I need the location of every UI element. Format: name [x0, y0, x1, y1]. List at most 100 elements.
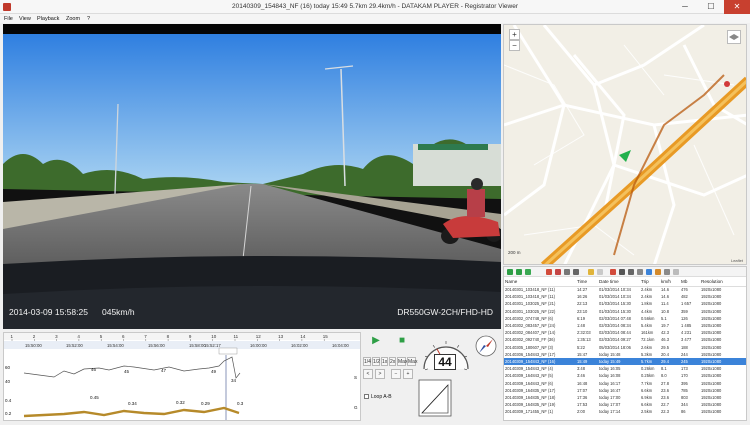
table-row[interactable]: 20140309_171455_NF (1) 2:00 today 17:14 2.5…: [504, 408, 746, 415]
table-row[interactable]: 20140309_164843_NF (6) 16:48 today 16:17 7.…: [504, 379, 746, 386]
column-header-kmh[interactable]: km/h: [660, 278, 680, 287]
timeline-panel[interactable]: 1 2 3 4 5 6 7 8 9 10 11 12 13 14 15 15:50:00 15:52:00 15…: [3, 332, 361, 421]
table-cell: 359: [681, 308, 688, 314]
forward-icon[interactable]: [516, 269, 522, 275]
table-cell: 16:26: [577, 294, 588, 300]
cut-icon[interactable]: [555, 269, 561, 275]
table-row[interactable]: 20140301_103418_NF (11) 14:27 01/03/2014 1…: [504, 286, 746, 293]
table-row[interactable]: 20140305_180607_NF (3) 5:22 05/03/2014 18:…: [504, 344, 746, 351]
map-view[interactable]: + − 200 m Leaflet: [503, 24, 747, 265]
copy-icon[interactable]: [597, 269, 603, 275]
print-icon[interactable]: [664, 269, 670, 275]
video-view[interactable]: 2014-03-09 15:58:25 045km/h DR550GW-2CH/…: [3, 24, 501, 329]
table-row[interactable]: 20140309_164835_NF (19) 17:53 today 17:07 6…: [504, 401, 746, 408]
zoom-out-button[interactable]: −: [509, 40, 520, 51]
table-row[interactable]: 20140302_074748_NF (6) 6:19 02/03/2014 07:…: [504, 315, 746, 322]
column-header-mb[interactable]: Mb: [680, 278, 700, 287]
table-cell: 20140309_154843_NF (4): [505, 366, 554, 372]
table-row[interactable]: 20140309_164835_NF (18) 17:36 today 17:00 6…: [504, 394, 746, 401]
table-row[interactable]: 20140301_103418_NF (11) 16:26 01/03/2014 1…: [504, 293, 746, 300]
stop-button[interactable]: ■: [395, 335, 409, 349]
checkbox-icon[interactable]: [364, 394, 369, 400]
table-cell: 1920x1080: [701, 330, 722, 336]
export-icon[interactable]: [573, 269, 579, 275]
table-row[interactable]: 20140302_083457_NF (24) 1:48 02/03/2014 08…: [504, 322, 746, 329]
table-cell: 15:49: [576, 357, 598, 366]
ruler-number: 13: [278, 334, 284, 339]
info-icon[interactable]: [646, 269, 652, 275]
table-cell: 1:35:13: [577, 337, 591, 343]
column-header-name[interactable]: Name: [504, 278, 576, 287]
speed-half-button[interactable]: 1/2: [372, 357, 380, 366]
menu-file[interactable]: File: [4, 16, 13, 22]
time-label: 16:00:00: [250, 343, 267, 348]
speed-2x-button[interactable]: 2x: [389, 357, 396, 366]
table-cell: 1920x1080: [701, 344, 722, 350]
ruler-number: 10: [211, 334, 217, 339]
zoom-in-graph-button[interactable]: +: [403, 369, 413, 379]
table-row[interactable]: 20140309_154843_NF (4) 3:48 today 16:05 0.2…: [504, 365, 746, 372]
accel-label: 0.3: [237, 401, 244, 406]
table-cell: 6.6km: [641, 387, 653, 393]
menu-help[interactable]: ?: [87, 16, 90, 22]
table-row[interactable]: 20140301_103025_NF (21) 22:13 01/03/2014 1…: [504, 300, 746, 307]
layers-icon[interactable]: [727, 30, 741, 44]
speed-max-2-button[interactable]: Max: [407, 357, 417, 366]
menu-playback[interactable]: Playback: [37, 16, 59, 22]
dashcam-frame: [3, 24, 501, 329]
table-header: Name Time Date time Trip km/h Mb Resolut…: [504, 278, 746, 287]
table-row[interactable]: 20140309_164835_NF (17) 17:07 today 16:47 6…: [504, 387, 746, 394]
speed-1x-button[interactable]: 1x: [381, 357, 388, 366]
settings-icon[interactable]: [655, 269, 661, 275]
record-icon[interactable]: [610, 269, 616, 275]
table-cell: 17:07: [577, 387, 588, 393]
minimize-button[interactable]: ─: [672, 0, 698, 14]
maximize-button[interactable]: ☐: [698, 0, 724, 14]
table-cell: 170: [681, 373, 688, 379]
film-icon[interactable]: [619, 269, 625, 275]
table-cell: 4.4km: [641, 308, 653, 314]
table-cell: 20140309_171455_NF (1): [505, 409, 554, 415]
folder-icon[interactable]: [588, 269, 594, 275]
menu-view[interactable]: View: [19, 16, 31, 22]
column-header-resolution[interactable]: Resolution: [700, 278, 746, 287]
table-row[interactable]: 20140309_164843_NF (5) 3:46 today 16:08 0.2…: [504, 372, 746, 379]
next-frame-button[interactable]: >: [375, 369, 385, 379]
close-button[interactable]: ✕: [724, 0, 750, 14]
play-button[interactable]: ▶: [368, 335, 384, 349]
table-row[interactable]: 20140309_154843_NF (16) 15:49 today 15:49 5…: [504, 357, 746, 366]
column-header-trip[interactable]: Trip: [640, 278, 660, 287]
zoom-in-button[interactable]: +: [509, 29, 520, 40]
table-cell: 10.8: [661, 308, 669, 314]
table-cell: today 16:47: [599, 387, 621, 393]
column-header-date-time[interactable]: Date time: [598, 278, 640, 287]
map-icon[interactable]: [673, 269, 679, 275]
time-label: 15:52:00: [66, 343, 83, 348]
grid-icon[interactable]: [637, 269, 643, 275]
camera-icon[interactable]: [628, 269, 634, 275]
table-cell: 46.3: [661, 337, 669, 343]
loop-ab-label: Loop A-B: [371, 394, 392, 400]
table-cell: 1920x1080: [701, 308, 722, 314]
table-row[interactable]: 20140302_092740_FF (36) 1:35:13 02/03/2014…: [504, 336, 746, 343]
column-header-time[interactable]: Time: [576, 278, 598, 287]
table-row[interactable]: 20140306_154843_NF (17) 15:47 today 15:48 5…: [504, 351, 746, 358]
table-row[interactable]: 20140301_103025_NF (22) 23:10 01/03/2014 1…: [504, 308, 746, 315]
table-cell: 8.0: [661, 373, 667, 379]
add-icon[interactable]: [507, 269, 513, 275]
zoom-out-graph-button[interactable]: −: [391, 369, 401, 379]
menu-zoom[interactable]: Zoom: [66, 16, 80, 22]
table-row[interactable]: 20140302_084407_NF (14) 2:32:03 02/03/2014…: [504, 329, 746, 336]
save-icon[interactable]: [564, 269, 570, 275]
speed-label: 47: [161, 368, 167, 373]
window-title: 20140309_154843_NF (16) today 15:49 5.7k…: [231, 3, 519, 10]
speed-max-button[interactable]: Max: [397, 357, 407, 366]
file-list-panel[interactable]: Name Time Date time Trip km/h Mb Resolut…: [503, 266, 747, 421]
prev-frame-button[interactable]: <: [363, 369, 373, 379]
speed-quarter-button[interactable]: 1/4: [363, 357, 371, 366]
map-attribution[interactable]: Leaflet: [731, 258, 743, 263]
delete-icon[interactable]: [546, 269, 552, 275]
gauge-tick: [463, 368, 468, 371]
refresh-icon[interactable]: [525, 269, 531, 275]
loop-ab-checkbox[interactable]: Loop A-B: [364, 394, 392, 400]
